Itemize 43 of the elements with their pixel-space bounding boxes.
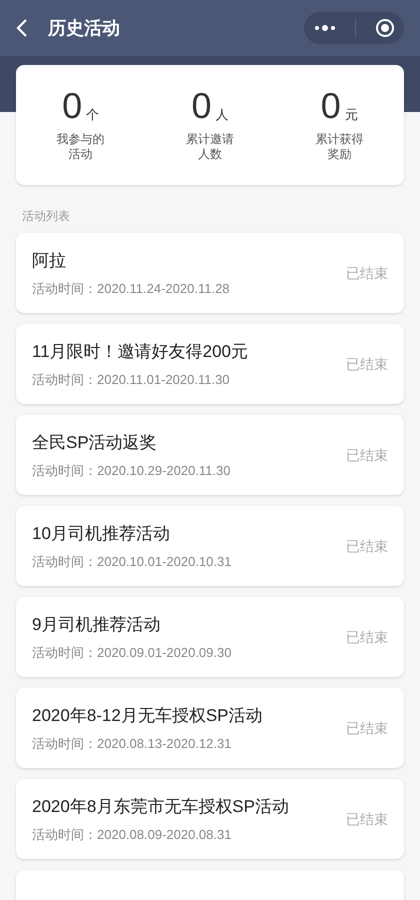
activity-time: 活动时间：2020.08.13-2020.12.31 (32, 735, 232, 753)
stat-label: 累计邀请人数 (186, 132, 234, 162)
activity-card[interactable]: 9月司机推荐活动 活动时间：2020.09.01-2020.09.30 已结束 (16, 597, 404, 677)
activity-name: 2020年8月东莞市无车授权SP活动 (32, 796, 290, 818)
section-title: 活动列表 (21, 208, 71, 225)
activity-card[interactable]: 全民SP活动返奖 活动时间：2020.10.29-2020.11.30 已结束 (16, 415, 404, 495)
status-label: 已结束 (346, 718, 388, 738)
stat-value: 0 (62, 88, 82, 124)
activity-card[interactable]: 10月司机推荐活动 活动时间：2020.10.01-2020.10.31 已结束 (16, 506, 404, 586)
status-label: 已结束 (346, 628, 388, 646)
stat-unit: 人 (216, 106, 228, 124)
status-label: 已结束 (346, 810, 388, 828)
status-label: 已结束 (346, 264, 388, 282)
activity-card[interactable]: 11月限时！邀请好友得200元 活动时间：2020.11.01-2020.11.30 已结束 (16, 324, 404, 404)
activity-name: 阿拉 (32, 250, 67, 272)
activity-time: 活动时间：2020.10.29-2020.11.30 (32, 462, 232, 480)
activity-time: 活动时间：2020.09.01-2020.09.30 (32, 644, 232, 662)
close-circle-icon (374, 18, 394, 38)
stat-value: 0 (191, 88, 212, 124)
more-icon (314, 25, 336, 31)
stat-value: 0 (320, 88, 341, 124)
page-title: 历史活动 (48, 16, 121, 40)
activity-time: 活动时间：2020.10.01-2020.10.31 (32, 553, 232, 571)
activity-name: 11月限时！邀请好友得200元 (32, 340, 250, 362)
activity-name: 9月司机推荐活动 (32, 614, 162, 636)
status-label: 已结束 (346, 446, 388, 464)
activity-card[interactable]: 2020年8-12月无车授权SP活动 活动时间：2020.08.13-2020.12.31 已结束 (16, 688, 404, 768)
activity-name: 2020年8-12月无车授权SP活动 (32, 704, 264, 726)
activity-time: 活动时间：2020.08.09-2020.08.31 (32, 826, 232, 844)
status-label: 已结束 (346, 536, 388, 556)
stat-unit: 元 (344, 106, 358, 124)
stat-unit: 个 (86, 106, 100, 124)
activity-time: 活动时间：2020.11.24-2020.11.28 (32, 280, 231, 298)
activity-time: 活动时间：2020.11.01-2020.11.30 (32, 371, 231, 389)
activity-name: 10月司机推荐活动 (32, 522, 171, 544)
stat-label: 累计获得奖励 (315, 132, 364, 162)
activity-name: 全民SP活动返奖 (32, 432, 158, 454)
back-icon[interactable] (16, 18, 28, 38)
capsule-menu[interactable] (304, 12, 404, 44)
activity-card[interactable]: 2020年8月东莞市无车授权SP活动 活动时间：2020.08.09-2020.08.31 已结束 (16, 779, 404, 859)
status-label: 已结束 (346, 354, 388, 374)
stat-label: 我参与的活动 (56, 132, 105, 162)
activity-card[interactable]: 阿拉 活动时间：2020.11.24-2020.11.28 已结束 (16, 233, 404, 313)
